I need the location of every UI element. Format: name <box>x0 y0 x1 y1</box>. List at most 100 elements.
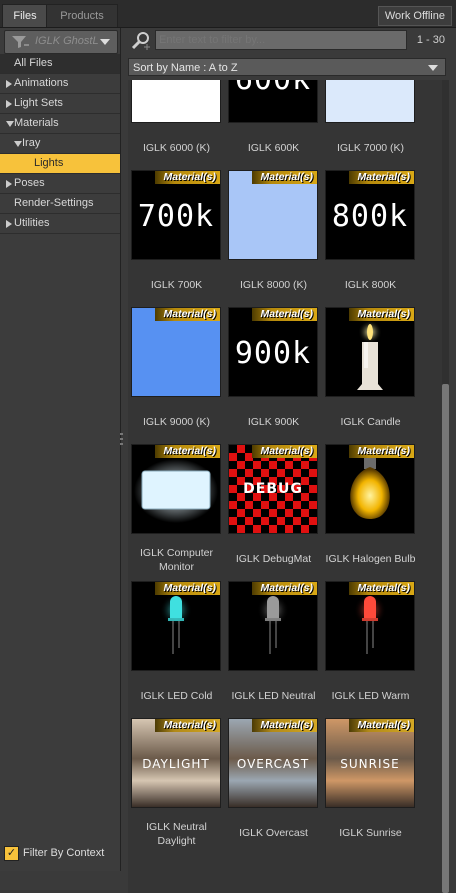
asset-thumbnail[interactable] <box>131 80 221 123</box>
chevron-down-icon <box>100 39 110 45</box>
asset-item[interactable]: Material(s) IGLK Candle <box>322 307 419 447</box>
tree-item-label: Iray <box>22 137 41 149</box>
asset-item[interactable]: 800k Material(s) IGLK 800K <box>322 170 419 310</box>
asset-thumbnail[interactable]: Material(s) <box>325 307 415 397</box>
tab-products[interactable]: Products <box>46 4 118 27</box>
expand-right-icon[interactable] <box>6 220 12 228</box>
asset-name: IGLK DebugMat <box>235 553 312 565</box>
pane-resize-handle[interactable] <box>120 430 124 450</box>
material-badge: Material(s) <box>252 171 317 184</box>
asset-name: IGLK 7000 (K) <box>336 142 405 154</box>
search-input[interactable] <box>155 30 407 50</box>
asset-thumbnail[interactable]: DAYLIGHT Material(s) <box>131 718 221 808</box>
asset-item[interactable]: Material(s) IGLK LED Neutral <box>225 581 322 721</box>
asset-name: IGLK 900K <box>247 416 300 428</box>
tree-item-label: Lights <box>34 157 64 169</box>
asset-item[interactable]: Material(s) IGLK 8000 (K) <box>225 170 322 310</box>
sort-dropdown[interactable]: Sort by Name : A to Z <box>128 58 446 76</box>
expand-right-icon[interactable] <box>6 180 12 188</box>
asset-name: IGLK Overcast <box>239 827 308 839</box>
asset-thumbnail[interactable]: Material(s) <box>131 444 221 534</box>
asset-name: IGLK Halogen Bulb <box>325 553 416 565</box>
expand-right-icon[interactable] <box>6 80 12 88</box>
asset-item[interactable]: 700k Material(s) IGLK 700K <box>128 170 225 310</box>
led-icon <box>257 594 289 654</box>
work-offline-button[interactable]: Work Offline <box>377 6 452 26</box>
funnel-icon <box>12 36 29 48</box>
thumbnail-text: SUNRISE <box>340 757 400 771</box>
material-badge: Material(s) <box>155 582 220 595</box>
material-badge: Material(s) <box>349 171 414 184</box>
asset-thumbnail[interactable] <box>325 80 415 123</box>
thumbnail-text: 900k <box>234 336 312 371</box>
material-badge: Material(s) <box>349 445 414 458</box>
asset-item[interactable]: IGLK 6000 (K) <box>128 80 225 173</box>
asset-item[interactable]: OVERCAST Material(s) IGLK Overcast <box>225 718 322 858</box>
tree-item-utilities[interactable]: Utilities <box>0 214 120 234</box>
tree-item-iray[interactable]: Iray <box>0 134 120 154</box>
asset-thumbnail[interactable]: 800k Material(s) <box>325 170 415 260</box>
tree-item-materials[interactable]: Materials <box>0 114 120 134</box>
material-badge: Material(s) <box>155 719 220 732</box>
asset-item[interactable]: Material(s) IGLK LED Warm <box>322 581 419 721</box>
context-filter-label: IGLK GhostL <box>35 35 99 47</box>
search-icon[interactable] <box>130 30 152 52</box>
tree-item-all-files[interactable]: All Files <box>0 54 120 74</box>
asset-thumbnail[interactable]: Material(s) <box>131 581 221 671</box>
thumbnail-text: 600k <box>229 80 317 97</box>
candle-icon <box>357 320 383 390</box>
asset-name: IGLK 700K <box>150 279 203 291</box>
asset-item[interactable]: 600k IGLK 600K <box>225 80 322 173</box>
asset-thumbnail[interactable]: Material(s) <box>228 581 318 671</box>
asset-thumbnail[interactable]: 700k Material(s) <box>131 170 221 260</box>
asset-thumbnail[interactable]: 900k Material(s) <box>228 307 318 397</box>
asset-grid: IGLK 6000 (K) 600k IGLK 600K IGLK 7000 (K) 7… <box>128 80 442 893</box>
material-badge: Material(s) <box>349 308 414 321</box>
asset-thumbnail[interactable]: OVERCAST Material(s) <box>228 718 318 808</box>
asset-name: IGLK Computer Monitor <box>140 547 213 573</box>
asset-thumbnail[interactable]: Material(s) <box>228 170 318 260</box>
asset-item[interactable]: Material(s) IGLK Computer Monitor <box>128 444 225 584</box>
led-icon <box>160 594 192 654</box>
asset-name: IGLK 800K <box>344 279 397 291</box>
tab-files[interactable]: Files <box>2 4 48 27</box>
tab-bar: Files Products Work Offline <box>0 0 456 28</box>
content-pane: 1 - 30 Sort by Name : A to Z IGLK 6000 (… <box>126 28 456 893</box>
tree-item-lights[interactable]: Lights <box>0 154 120 174</box>
asset-thumbnail[interactable]: 600k <box>228 80 318 123</box>
tree-item-label: All Files <box>14 57 53 69</box>
asset-thumbnail[interactable]: DEBUG Material(s) <box>228 444 318 534</box>
asset-item[interactable]: Material(s) IGLK 9000 (K) <box>128 307 225 447</box>
asset-thumbnail[interactable]: SUNRISE Material(s) <box>325 718 415 808</box>
asset-thumbnail[interactable]: Material(s) <box>131 307 221 397</box>
asset-item[interactable]: SUNRISE Material(s) IGLK Sunrise <box>322 718 419 858</box>
tree-item-poses[interactable]: Poses <box>0 174 120 194</box>
asset-item[interactable]: 900k Material(s) IGLK 900K <box>225 307 322 447</box>
material-badge: Material(s) <box>155 445 220 458</box>
tree-item-light-sets[interactable]: Light Sets <box>0 94 120 114</box>
asset-item[interactable]: IGLK 7000 (K) <box>322 80 419 173</box>
thumbnail-text: DAYLIGHT <box>142 757 210 771</box>
scrollbar-thumb[interactable] <box>442 384 449 893</box>
asset-item[interactable]: DAYLIGHT Material(s) IGLK Neutral Daylight <box>128 718 225 858</box>
asset-thumbnail[interactable]: Material(s) <box>325 444 415 534</box>
expand-down-icon[interactable] <box>14 141 22 147</box>
expand-down-icon[interactable] <box>6 121 14 127</box>
tree-item-render-settings[interactable]: Render-Settings <box>0 194 120 214</box>
asset-name: IGLK Candle <box>340 416 401 428</box>
material-badge: Material(s) <box>252 582 317 595</box>
category-tree: All Files Animations Light Sets Materials Ir… <box>0 54 120 234</box>
tree-item-label: Light Sets <box>14 97 63 109</box>
asset-item[interactable]: DEBUG Material(s) IGLK DebugMat <box>225 444 322 584</box>
expand-right-icon[interactable] <box>6 100 12 108</box>
tree-item-label: Animations <box>14 77 69 89</box>
asset-thumbnail[interactable]: Material(s) <box>325 581 415 671</box>
chevron-down-icon <box>428 65 438 71</box>
asset-item[interactable]: Material(s) IGLK LED Cold <box>128 581 225 721</box>
tree-item-label: Poses <box>14 177 45 189</box>
thumbnail-text: DEBUG <box>243 481 303 497</box>
material-badge: Material(s) <box>155 308 220 321</box>
context-filter-dropdown[interactable]: IGLK GhostL <box>4 30 118 54</box>
tree-item-animations[interactable]: Animations <box>0 74 120 94</box>
asset-item[interactable]: Material(s) IGLK Halogen Bulb <box>322 444 419 584</box>
